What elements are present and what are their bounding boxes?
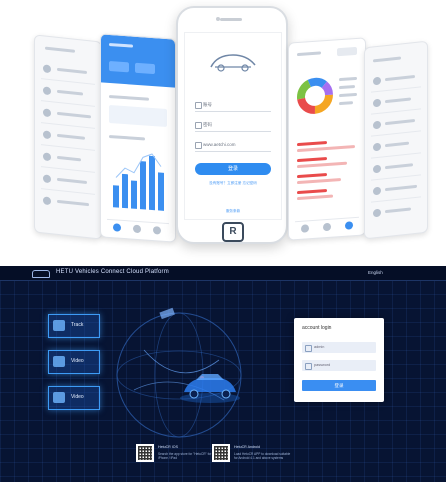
truck-icon	[53, 320, 65, 331]
side-phone-donut	[288, 37, 366, 241]
side-phone-chart	[100, 33, 176, 243]
feature-label: Video	[71, 394, 84, 400]
camera-icon	[53, 356, 65, 367]
platform-password-field[interactable]: password	[302, 360, 376, 371]
web-platform: HETU Vehicles Connect Cloud Platform Eng…	[0, 266, 446, 482]
platform-login-button[interactable]: 登录	[302, 380, 376, 391]
ios-download-title: HetuCR IOS	[158, 445, 178, 449]
side-phone-list-right	[364, 40, 428, 240]
login-screen: 账号 密码 www.aetchi.com 登录 没有账号？立即注册 忘记密码 服…	[184, 32, 282, 220]
register-link[interactable]: 没有账号？立即注册 忘记密码	[191, 181, 275, 186]
feature-video[interactable]: Video	[48, 350, 100, 374]
platform-header: HETU Vehicles Connect Cloud Platform Eng…	[0, 266, 446, 281]
user-icon	[305, 345, 312, 352]
platform-username-field[interactable]: admin	[302, 342, 376, 353]
globe-icon	[195, 142, 202, 149]
password-placeholder: 密码	[203, 122, 212, 127]
car-logo-icon	[32, 270, 50, 278]
feature-video-2[interactable]: Video	[48, 386, 100, 410]
login-button[interactable]: 登录	[195, 163, 271, 175]
speaker-grille	[220, 18, 242, 21]
main-phone: 账号 密码 www.aetchi.com 登录 没有账号？立即注册 忘记密码 服…	[176, 6, 288, 244]
android-download-desc: Load HetuCR APP to download suitable for…	[234, 452, 291, 460]
lock-icon	[195, 122, 202, 129]
feature-track[interactable]: Track	[48, 314, 100, 338]
donut-chart-icon	[297, 77, 333, 114]
login-card-title: account login	[302, 325, 332, 331]
user-icon	[195, 102, 202, 109]
account-login-card: account login admin password 登录	[294, 318, 384, 402]
platform-title: HETU Vehicles Connect Cloud Platform	[56, 269, 169, 275]
app-showcase: 账号 密码 www.aetchi.com 登录 没有账号？立即注册 忘记密码 服…	[0, 0, 446, 262]
side-phone-list-left	[34, 34, 102, 240]
username-field[interactable]: 账号	[195, 99, 271, 112]
android-qr-code[interactable]	[212, 444, 230, 462]
ios-qr-code[interactable]	[136, 444, 154, 462]
home-button[interactable]: R	[222, 222, 244, 242]
ios-download-desc: Search the app store for "HetuCR" for iP…	[158, 452, 212, 460]
bar-chart-icon	[113, 153, 164, 211]
car-logo-icon	[210, 54, 256, 72]
feature-label: Video	[71, 358, 84, 364]
android-download-title: HetuCR Android	[234, 445, 260, 449]
terms-link[interactable]: 服务条款	[191, 209, 275, 214]
password-field[interactable]: 密码	[195, 119, 271, 132]
feature-label: Track	[71, 322, 84, 328]
video-icon	[53, 392, 65, 403]
website-field[interactable]: www.aetchi.com	[195, 139, 271, 152]
platform-username-value: admin	[314, 345, 325, 349]
website-text: www.aetchi.com	[203, 142, 236, 147]
platform-password-value: password	[314, 363, 331, 367]
username-placeholder: 账号	[203, 102, 212, 107]
car-illustration	[180, 374, 240, 403]
language-selector[interactable]: English	[368, 270, 383, 275]
lock-icon	[305, 363, 312, 370]
